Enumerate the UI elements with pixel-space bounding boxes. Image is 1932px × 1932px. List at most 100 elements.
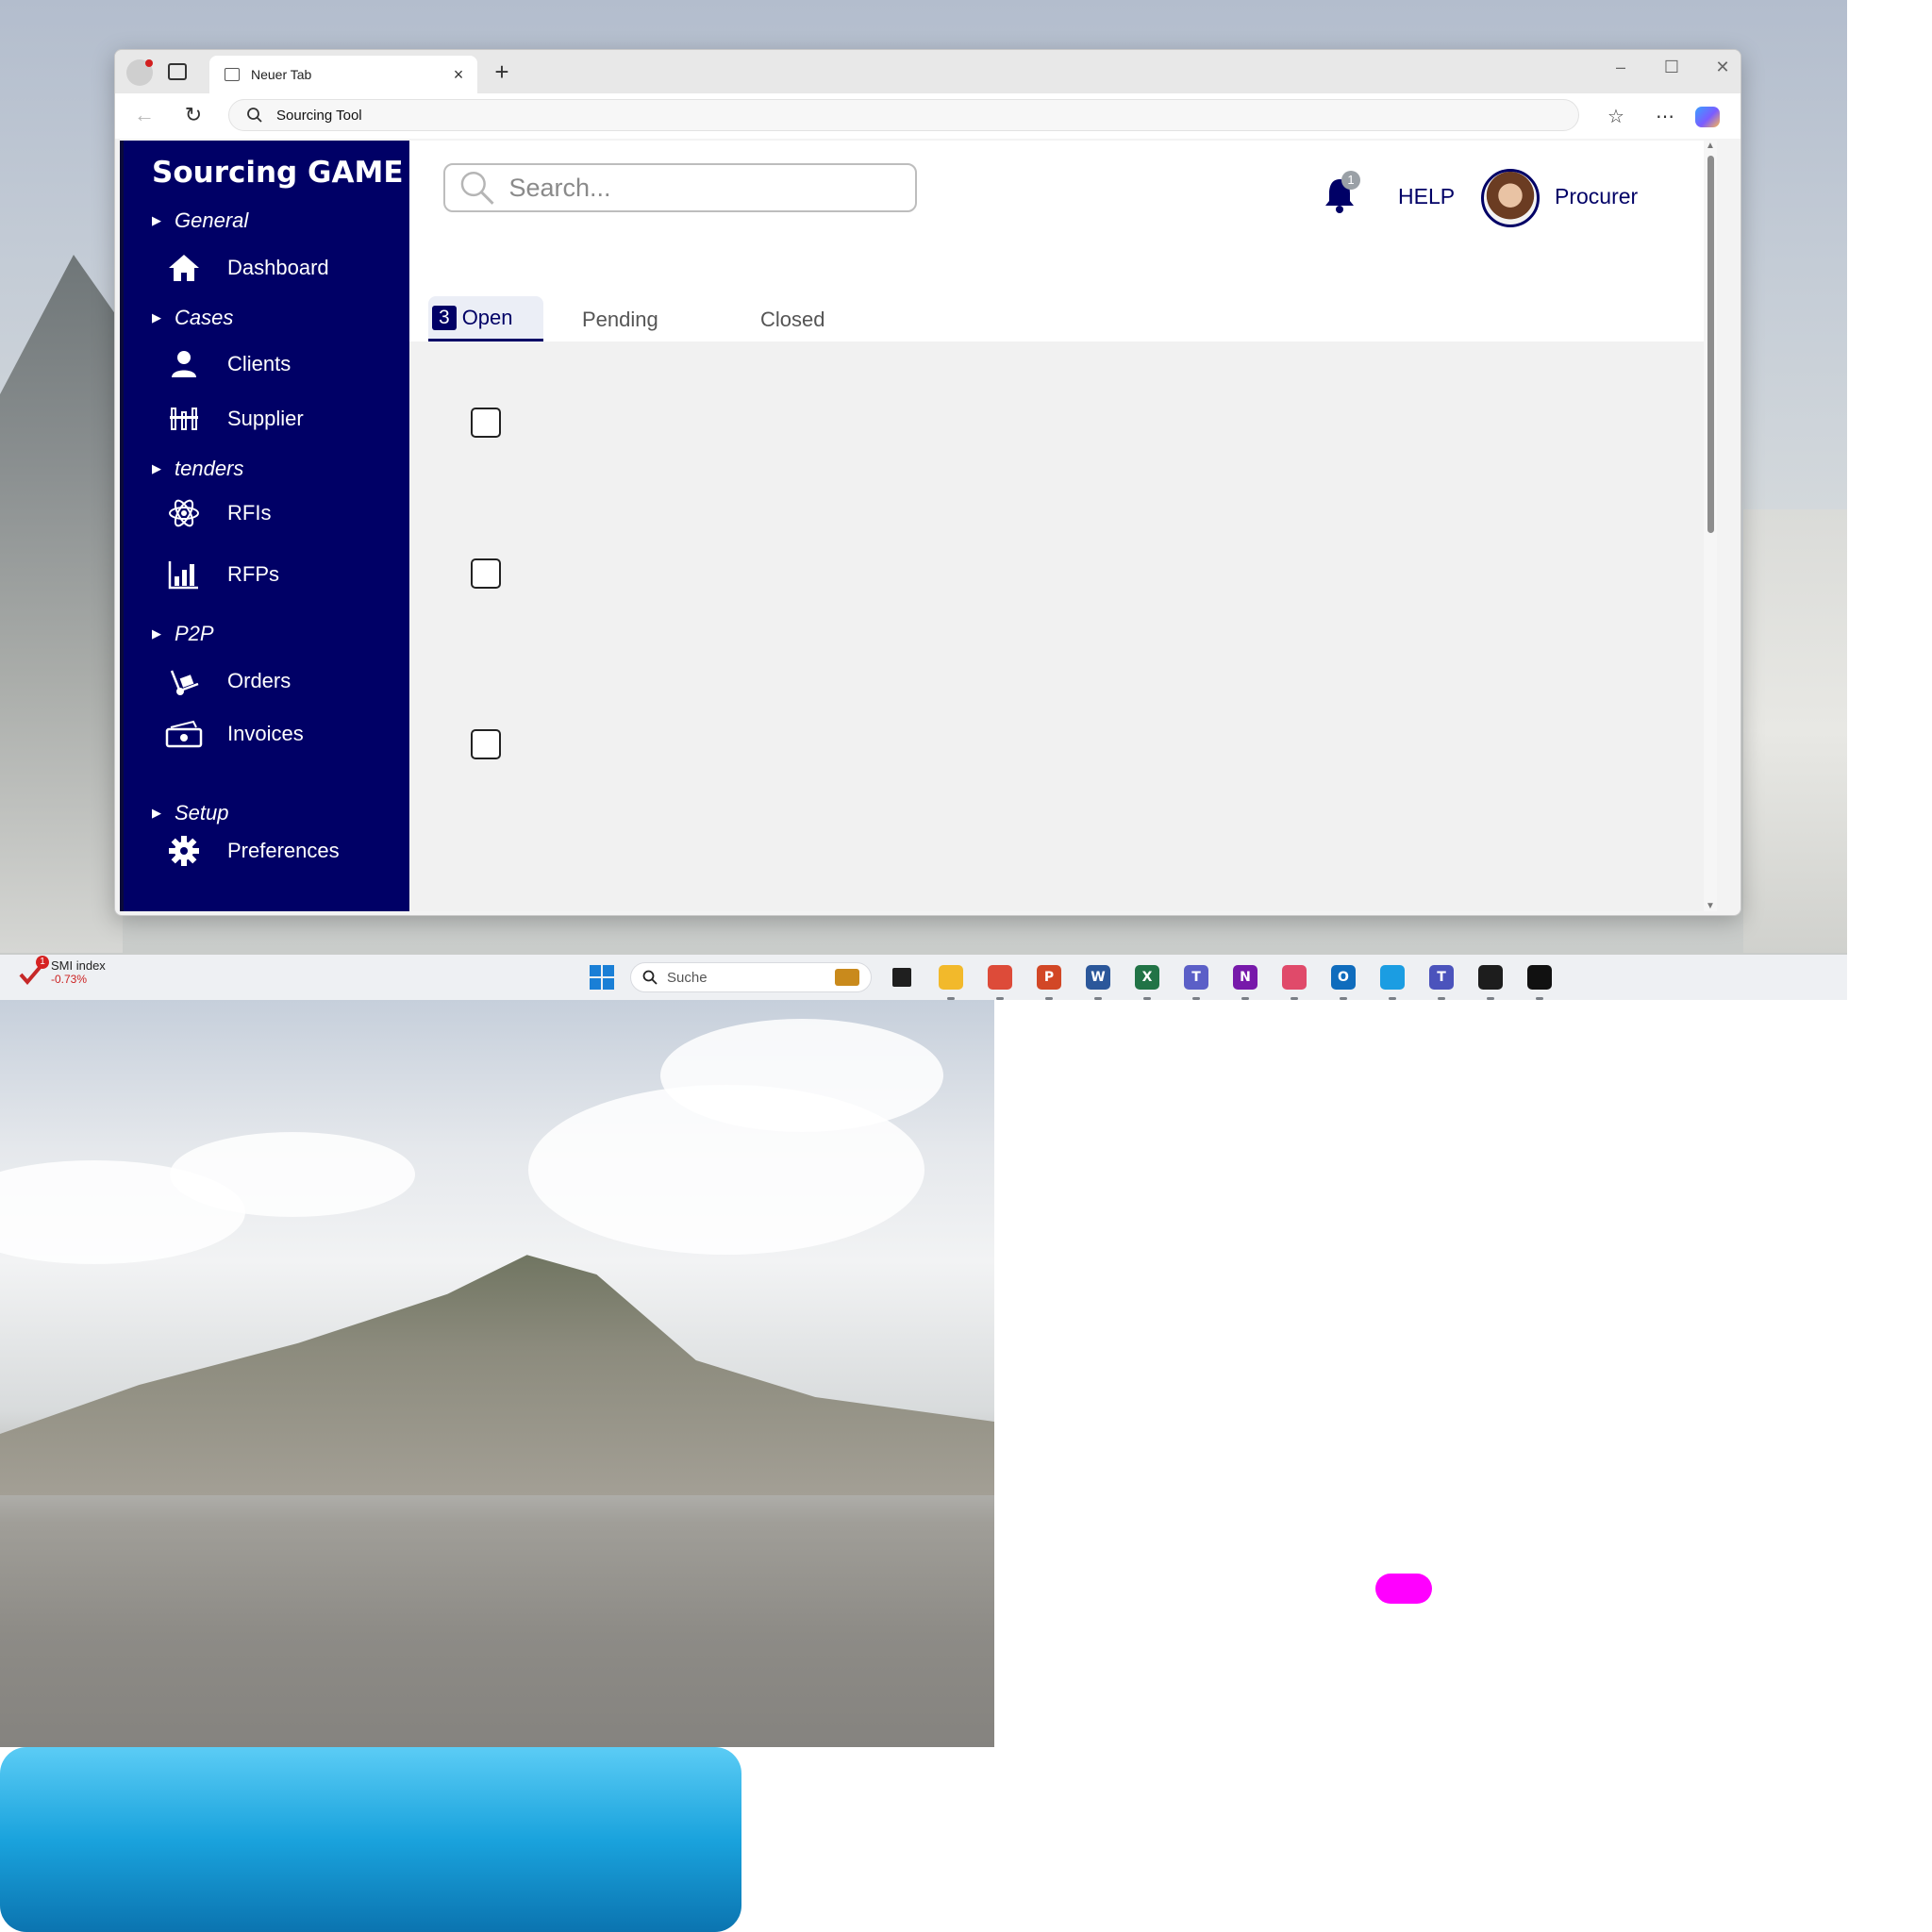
browser-tab[interactable]: Neuer Tab ×	[209, 56, 477, 93]
teams-work-icon[interactable]: T	[1423, 960, 1460, 1000]
sidebar-item-preferences[interactable]: Preferences	[165, 835, 340, 867]
open-count-badge: 3	[432, 305, 457, 330]
onenote-tile: N	[1233, 965, 1257, 990]
browser-tab-title: Neuer Tab	[251, 67, 312, 82]
tab-closed[interactable]: Closed	[760, 308, 824, 332]
chrome-tile	[988, 965, 1012, 990]
section-general[interactable]: ▶ General	[152, 208, 248, 233]
sidebar-item-invoices[interactable]: Invoices	[165, 718, 304, 750]
sidebar-item-supplier[interactable]: Supplier	[165, 403, 304, 435]
app-diamond-tile	[1527, 965, 1552, 990]
money-icon	[165, 718, 203, 750]
expand-triangle-icon: ▶	[152, 461, 161, 475]
expand-triangle-icon: ▶	[152, 806, 161, 820]
sidebar-item-dashboard[interactable]: Dashboard	[165, 252, 329, 284]
reload-button[interactable]: ↻	[179, 103, 208, 127]
favorites-icon[interactable]: ☆	[1602, 105, 1630, 128]
row-checkbox[interactable]	[471, 558, 501, 589]
tab-actions-icon[interactable]	[168, 63, 187, 80]
stock-chart-icon: 1	[19, 956, 49, 986]
file-explorer-icon[interactable]	[932, 960, 970, 1000]
word-icon[interactable]: W	[1079, 960, 1117, 1000]
sidebar-item-label: Preferences	[227, 839, 340, 862]
notification-badge: 1	[1341, 171, 1360, 190]
avatar[interactable]	[1481, 169, 1540, 227]
briefcase-icon	[835, 969, 859, 986]
back-button[interactable]: ←	[130, 103, 158, 127]
sidebar: Sourcing GAME ▶ General Dashboard ▶ Case…	[120, 141, 409, 911]
sidebar-item-label: Supplier	[227, 407, 304, 430]
tab-open[interactable]: 3 Open	[428, 296, 543, 341]
running-indicator	[1094, 997, 1102, 1000]
copilot-icon[interactable]	[1695, 107, 1720, 127]
section-setup[interactable]: ▶ Setup	[152, 801, 229, 825]
webex-tile	[1478, 965, 1503, 990]
sidebar-item-rfps[interactable]: RFPs	[165, 558, 279, 591]
scroll-down-icon[interactable]: ▼	[1706, 901, 1715, 911]
user-role[interactable]: Procurer	[1555, 184, 1638, 209]
taskbar: 1 SMI index -0.73% Suche PWXTNOT	[0, 955, 1847, 1000]
new-tab-button[interactable]: +	[489, 58, 515, 87]
snipping-tool-icon[interactable]	[1275, 960, 1313, 1000]
sidebar-item-orders[interactable]: Orders	[165, 665, 291, 697]
minimize-button[interactable]: –	[1602, 58, 1640, 77]
outlook-icon[interactable]: O	[1324, 960, 1362, 1000]
excel-icon[interactable]: X	[1128, 960, 1166, 1000]
row-checkbox[interactable]	[471, 729, 501, 759]
bar-chart-icon	[165, 558, 203, 591]
section-cases[interactable]: ▶ Cases	[152, 306, 233, 330]
teams-work-tile: T	[1429, 965, 1454, 990]
app-diamond-icon[interactable]	[1521, 960, 1558, 1000]
chrome-icon[interactable]	[981, 960, 1019, 1000]
scroll-up-icon[interactable]: ▲	[1706, 141, 1715, 151]
dolly-icon	[165, 665, 203, 697]
address-bar[interactable]: Sourcing Tool	[228, 99, 1579, 131]
page-scrollbar[interactable]: ▲ ▼	[1704, 141, 1717, 911]
onenote-icon[interactable]: N	[1226, 960, 1264, 1000]
taskbar-search[interactable]: Suche	[630, 962, 872, 992]
blue-panel	[0, 1747, 741, 1932]
scrollbar-thumb[interactable]	[1707, 156, 1714, 533]
wallpaper-snowfield-right	[1743, 509, 1847, 953]
market-widget[interactable]: 1 SMI index -0.73%	[19, 956, 106, 987]
section-label: General	[175, 208, 249, 232]
search-field[interactable]	[443, 163, 917, 212]
webex-icon[interactable]	[1472, 960, 1509, 1000]
edge-icon[interactable]	[1374, 960, 1411, 1000]
sidebar-item-label: Dashboard	[227, 256, 329, 279]
sidebar-item-clients[interactable]: Clients	[165, 348, 291, 380]
notifications-button[interactable]: 1	[1323, 171, 1360, 214]
search-icon	[642, 970, 658, 985]
help-link[interactable]: HELP	[1398, 184, 1455, 209]
tab-pending[interactable]: Pending	[582, 308, 658, 332]
maximize-button[interactable]: ☐	[1653, 58, 1690, 77]
task-view-icon[interactable]	[883, 960, 921, 994]
sidebar-item-label: Clients	[227, 352, 291, 375]
row-checkbox[interactable]	[471, 408, 501, 438]
browser-window: Neuer Tab × + – ☐ ✕ ← ↻ Sourcing Tool ☆ …	[114, 49, 1741, 916]
teams-icon[interactable]: T	[1177, 960, 1215, 1000]
edge-tile	[1380, 965, 1405, 990]
search-input[interactable]	[507, 172, 902, 204]
section-p2p[interactable]: ▶ P2P	[152, 622, 214, 646]
more-options-icon[interactable]: ⋯	[1651, 105, 1679, 128]
close-window-button[interactable]: ✕	[1704, 58, 1740, 77]
powerpoint-icon[interactable]: P	[1030, 960, 1068, 1000]
case-list	[409, 341, 1717, 911]
close-tab-button[interactable]: ×	[449, 65, 468, 85]
running-indicator	[1192, 997, 1200, 1000]
running-indicator	[1536, 997, 1543, 1000]
app-brand: Sourcing GAME	[152, 156, 404, 190]
sidebar-item-label: RFIs	[227, 501, 272, 525]
section-label: Cases	[175, 306, 234, 329]
atom-icon	[165, 497, 203, 529]
expand-triangle-icon: ▶	[152, 213, 161, 227]
running-indicator	[1143, 997, 1151, 1000]
section-tenders[interactable]: ▶ tenders	[152, 457, 243, 481]
browser-toolbar: ← ↻ Sourcing Tool ☆ ⋯	[115, 93, 1740, 139]
page-icon	[225, 68, 240, 81]
section-label: P2P	[175, 622, 214, 645]
windows-start-icon[interactable]	[585, 960, 619, 994]
sidebar-item-rfis[interactable]: RFIs	[165, 497, 271, 529]
profile-button[interactable]	[126, 59, 153, 86]
